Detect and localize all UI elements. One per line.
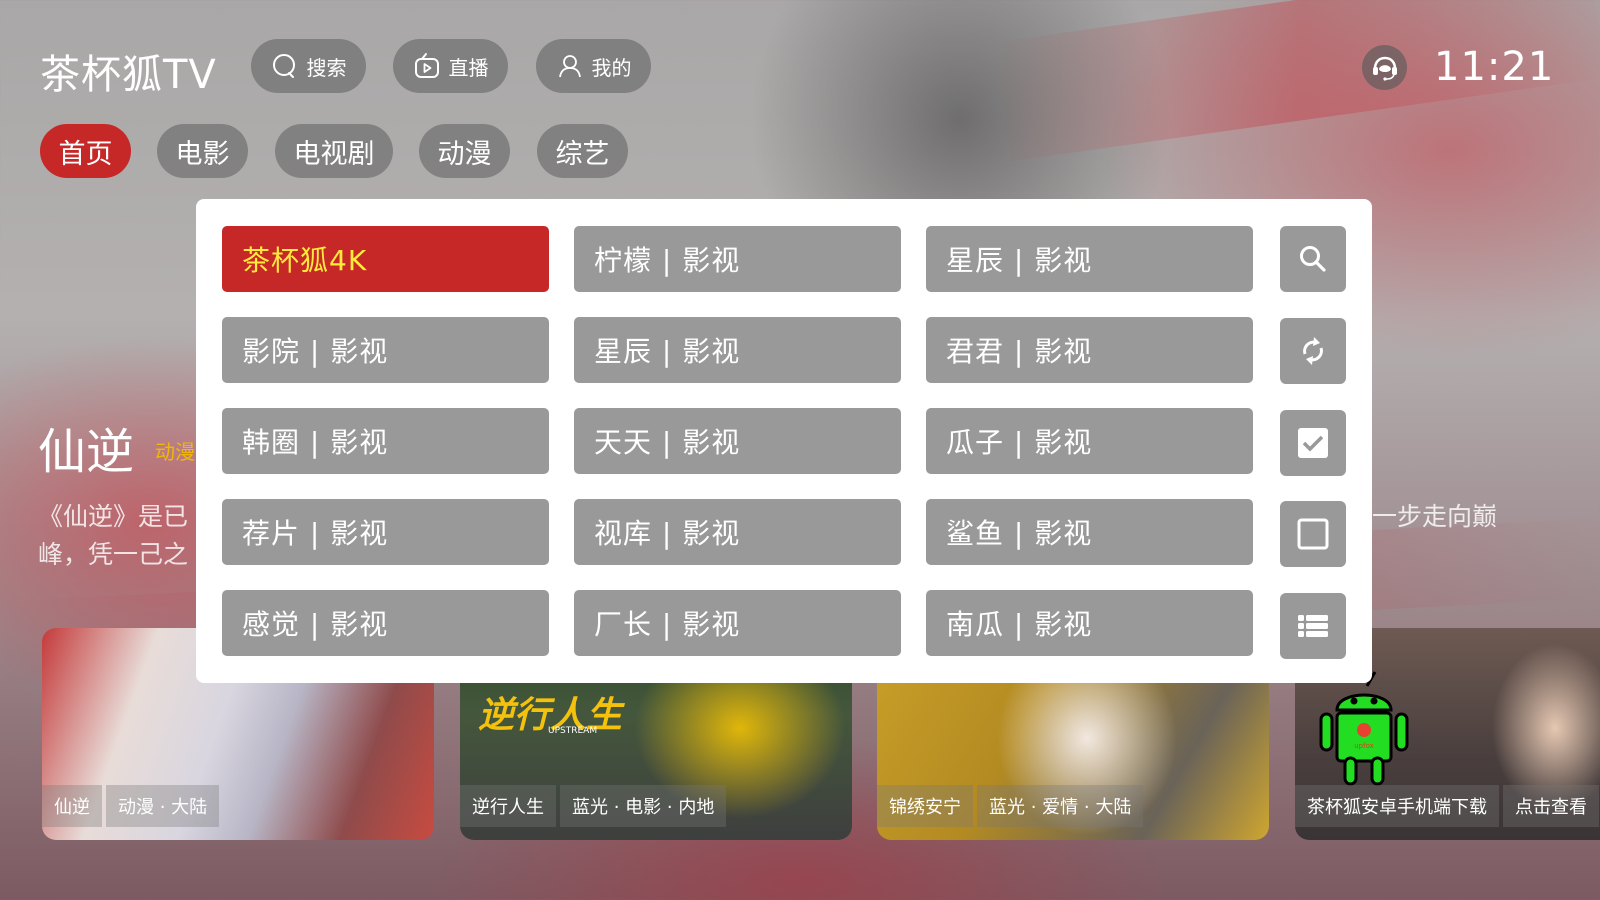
source-option[interactable]: 天天 | 影视	[574, 408, 901, 474]
live-button-label: 直播	[448, 55, 489, 80]
tab-movies[interactable]: 电影	[157, 124, 248, 178]
refresh-icon	[1303, 337, 1323, 365]
tab-home[interactable]: 首页	[40, 124, 131, 178]
card-label: 仙逆 动漫 · 大陆	[42, 784, 220, 828]
tab-anime[interactable]: 动漫	[419, 124, 510, 178]
card-meta: 蓝光 · 电影 · 内地	[560, 785, 727, 827]
card-title: 茶杯狐安卓手机端下载	[1295, 785, 1499, 827]
search-icon	[272, 54, 295, 78]
card-title: 逆行人生	[460, 785, 556, 827]
headset-icon	[1372, 56, 1397, 81]
source-option-selected[interactable]: 茶杯狐4K	[222, 226, 549, 292]
live-tv-icon	[414, 53, 439, 78]
source-option[interactable]: 韩圈 | 影视	[222, 408, 549, 474]
source-option[interactable]: 厂长 | 影视	[574, 590, 901, 656]
source-search-button[interactable]	[1280, 226, 1346, 292]
checkbox-empty-icon	[1297, 518, 1329, 550]
source-option[interactable]: 星辰 | 影视	[926, 226, 1253, 292]
hero-description-line1: 《仙逆》是已	[38, 502, 189, 531]
search-button-label: 搜索	[306, 55, 347, 80]
poster-subtitle: UPSTREAM	[548, 726, 598, 736]
card-label: 茶杯狐安卓手机端下载 点击查看	[1295, 784, 1599, 828]
source-option[interactable]: 荐片 | 影视	[222, 499, 549, 565]
card-label: 逆行人生 蓝光 · 电影 · 内地	[460, 784, 727, 828]
profile-button-label: 我的	[591, 55, 632, 80]
deselect-all-button[interactable]	[1280, 501, 1346, 567]
support-button[interactable]	[1362, 45, 1407, 90]
card-title: 仙逆	[42, 785, 102, 827]
hero-description-line1-end: 一步走向巅	[1372, 502, 1498, 531]
source-option[interactable]: 感觉 | 影视	[222, 590, 549, 656]
hero-genre-tag: 动漫	[155, 440, 195, 464]
select-all-button[interactable]	[1280, 410, 1346, 476]
list-icon	[1298, 615, 1328, 637]
source-select-dialog: 茶杯狐4K 柠檬 | 影视 星辰 | 影视 影院 | 影视 星辰 | 影视 君君…	[196, 199, 1372, 683]
android-icon: upfox	[1319, 671, 1409, 786]
app-title: 茶杯狐TV	[40, 52, 217, 98]
card-label: 锦绣安宁 蓝光 · 爱情 · 大陆	[877, 784, 1144, 828]
list-view-button[interactable]	[1280, 593, 1346, 659]
source-option[interactable]: 南瓜 | 影视	[926, 590, 1253, 656]
card-title: 锦绣安宁	[877, 785, 973, 827]
search-button[interactable]: 搜索	[251, 39, 366, 93]
live-button[interactable]: 直播	[393, 39, 508, 93]
source-option[interactable]: 星辰 | 影视	[574, 317, 901, 383]
source-option[interactable]: 瓜子 | 影视	[926, 408, 1253, 474]
checkbox-checked-icon	[1298, 428, 1328, 458]
refresh-button[interactable]	[1280, 318, 1346, 384]
tab-tv-series[interactable]: 电视剧	[275, 124, 393, 178]
hero-title: 仙逆	[38, 424, 135, 480]
clock: 11:21	[1434, 44, 1555, 90]
card-meta: 点击查看	[1503, 785, 1599, 827]
source-option[interactable]: 柠檬 | 影视	[574, 226, 901, 292]
card-meta: 动漫 · 大陆	[106, 785, 220, 827]
source-option[interactable]: 鲨鱼 | 影视	[926, 499, 1253, 565]
source-option[interactable]: 君君 | 影视	[926, 317, 1253, 383]
badge-text: upfox	[1354, 742, 1374, 750]
source-option[interactable]: 影院 | 影视	[222, 317, 549, 383]
tab-variety[interactable]: 综艺	[537, 124, 628, 178]
search-icon	[1300, 246, 1326, 272]
card-meta: 蓝光 · 爱情 · 大陆	[977, 785, 1144, 827]
user-icon	[558, 55, 581, 78]
source-option[interactable]: 视库 | 影视	[574, 499, 901, 565]
profile-button[interactable]: 我的	[536, 39, 651, 93]
